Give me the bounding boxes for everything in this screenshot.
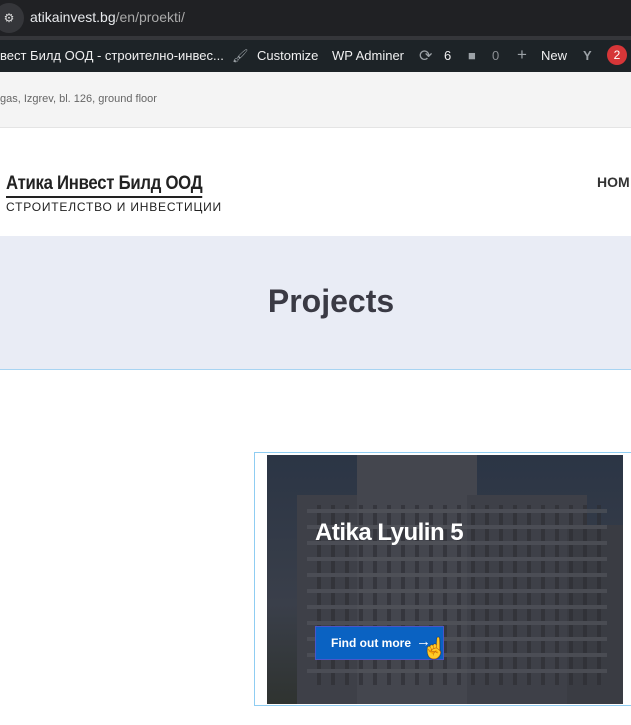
project-card: Atika Lyulin 5 Find out more → ☝	[254, 452, 631, 706]
url-field[interactable]: atikainvest.bg/en/proekti/	[30, 9, 185, 25]
top-info-bar: gas, Izgrev, bl. 126, ground floor	[0, 72, 631, 128]
customize-link[interactable]: Customize	[257, 48, 318, 63]
wp-adminer-link[interactable]: WP Adminer	[332, 48, 404, 63]
hand-cursor-icon: ☝	[422, 638, 447, 660]
find-out-more-button[interactable]: Find out more → ☝	[315, 626, 447, 660]
comments-count[interactable]: 0	[492, 48, 499, 63]
site-header: Атика Инвест Билд ООД СТРОИТЕЛСТВО И ИНВ…	[0, 128, 631, 236]
new-link[interactable]: New	[541, 48, 567, 63]
project-title: Atika Lyulin 5	[315, 519, 464, 546]
site-settings-icon[interactable]: ⚙	[0, 3, 24, 33]
address-text: gas, Izgrev, bl. 126, ground floor	[0, 93, 157, 105]
notifications-badge[interactable]: 2	[607, 45, 627, 65]
yoast-icon[interactable]: Y	[583, 48, 592, 63]
nav-home[interactable]: HOM	[597, 174, 630, 190]
project-image: Atika Lyulin 5 Find out more → ☝	[267, 455, 623, 704]
url-host: atikainvest.bg	[30, 9, 116, 25]
plus-icon: +	[517, 45, 527, 64]
logo-title[interactable]: Атика Инвест Билд ООД	[6, 173, 203, 198]
wp-admin-bar: вест Билд ООД - строително-инвес... 🖌 Cu…	[0, 40, 631, 72]
url-path: /en/proekti/	[115, 9, 185, 25]
page-title-band: Projects	[0, 236, 631, 370]
page-title: Projects	[267, 283, 395, 319]
updates-count[interactable]: 6	[444, 48, 451, 63]
admin-site-name[interactable]: вест Билд ООД - строително-инвес...	[0, 48, 224, 63]
button-label: Find out more	[331, 636, 411, 650]
updates-icon[interactable]: ⟳	[419, 46, 432, 66]
browser-address-bar[interactable]: ⚙ atikainvest.bg/en/proekti/	[0, 0, 631, 36]
comments-icon[interactable]: ■	[468, 48, 476, 63]
logo-subtitle[interactable]: СТРОИТЕЛСТВО И ИНВЕСТИЦИИ	[6, 200, 222, 214]
brush-icon: 🖌	[232, 48, 249, 63]
